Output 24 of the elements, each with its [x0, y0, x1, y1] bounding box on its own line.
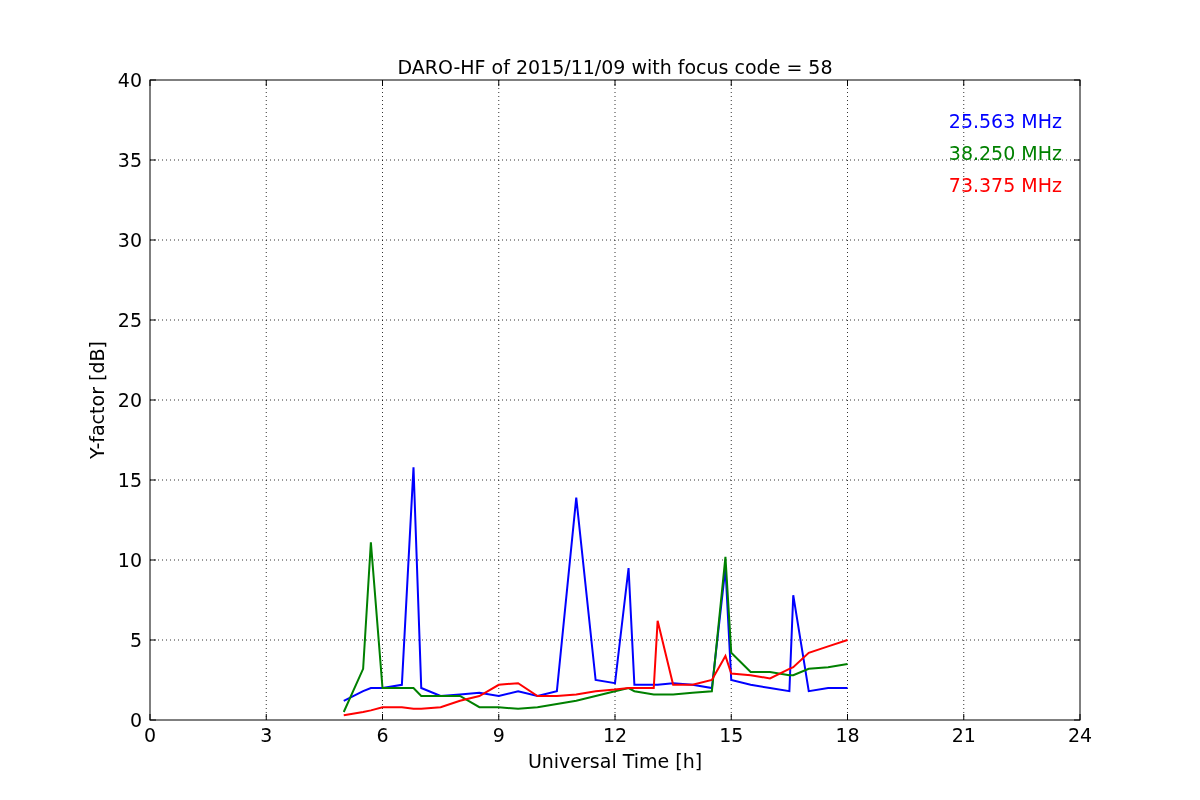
y-tick-label: 20: [117, 389, 142, 411]
x-tick-label: 3: [260, 724, 273, 746]
legend-label: 38.250 MHz: [948, 142, 1062, 164]
y-tick-label: 5: [129, 629, 142, 651]
y-tick-label: 35: [117, 149, 142, 171]
y-tick-label: 25: [117, 309, 142, 331]
x-axis-label: Universal Time [h]: [527, 750, 703, 772]
x-tick-label: 21: [951, 724, 976, 746]
y-tick-label: 15: [117, 469, 142, 491]
chart-title: DARO-HF of 2015/11/09 with focus code = 58: [397, 56, 833, 78]
x-tick-label: 18: [835, 724, 860, 746]
legend-label: 25.563 MHz: [948, 110, 1062, 132]
x-tick-label: 12: [602, 724, 628, 746]
x-tick-label: 24: [1067, 724, 1093, 746]
legend-label: 73.375 MHz: [948, 174, 1062, 196]
x-tick-label: 0: [143, 724, 157, 746]
y-tick-label: 0: [129, 709, 142, 731]
x-tick-label: 9: [492, 724, 505, 746]
y-axis-label: Y-factor [dB]: [86, 341, 108, 459]
y-tick-label: 30: [117, 229, 142, 251]
y-tick-label: 40: [117, 69, 142, 91]
y-tick-label: 10: [117, 549, 142, 571]
x-tick-label: 6: [376, 724, 389, 746]
x-tick-label: 15: [719, 724, 744, 746]
